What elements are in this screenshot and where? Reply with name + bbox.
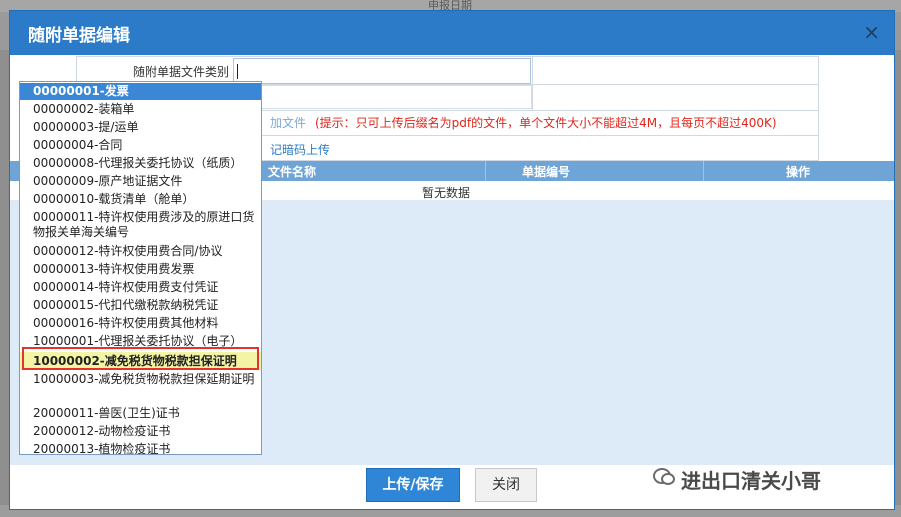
dropdown-option[interactable]: 20000012-动物检疫证书: [20, 424, 261, 439]
form-col-divider: [532, 57, 533, 110]
right-watermark-text: 进出口清关小哥: [681, 469, 821, 493]
add-file-link[interactable]: 加文件: [270, 114, 306, 131]
dropdown-option[interactable]: 00000003-提/运单: [20, 120, 261, 135]
grid-column-divider: [703, 161, 704, 181]
dropdown-option[interactable]: 20000011-兽医(卫生)证书: [20, 406, 261, 421]
category-input[interactable]: [233, 58, 531, 84]
dropdown-option[interactable]: 00000004-合同: [20, 138, 261, 153]
dropdown-option[interactable]: 00000011-特许权使用费涉及的原进口货物报关单海关编号: [20, 210, 261, 242]
category-label: 随附单据文件类别: [133, 65, 230, 79]
close-icon[interactable]: ×: [863, 20, 880, 44]
left-watermark-text: 大数跨境: [10, 492, 78, 512]
category-dropdown-list[interactable]: 00000001-发票 00000002-装箱单 00000003-提/运单 0…: [19, 81, 262, 455]
dialog-header: 随附单据编辑 ×: [10, 11, 894, 55]
highlight-outline: [22, 347, 259, 370]
grid-column-divider: [485, 161, 486, 181]
dropdown-option[interactable]: 10000003-减免税货物税款担保延期证明: [20, 372, 261, 404]
text-caret: [237, 64, 238, 79]
dropdown-option[interactable]: 00000016-特许权使用费其他材料: [20, 316, 261, 331]
dropdown-option[interactable]: 00000009-原产地证据文件: [20, 174, 261, 189]
left-watermark: 大数跨境: [10, 487, 78, 512]
upload-hint: (提示：只可上传后缀名为pdf的文件，单个文件大小不能超过4M，且每页不超过40…: [315, 116, 777, 130]
column-actions[interactable]: 操作: [786, 163, 810, 180]
dropdown-option[interactable]: 20000013-植物检疫证书: [20, 442, 261, 454]
dropdown-option[interactable]: 00000010-载货清单（舱单）: [20, 192, 261, 207]
no-data-text: 暂无数据: [422, 186, 471, 200]
column-document-number[interactable]: 单据编号: [522, 163, 570, 180]
close-button[interactable]: 关闭: [475, 468, 537, 502]
dropdown-option[interactable]: 00000014-特许权使用费支付凭证: [20, 280, 261, 295]
dropdown-option[interactable]: 00000002-装箱单: [20, 102, 261, 117]
dropdown-option[interactable]: 00000013-特许权使用费发票: [20, 262, 261, 277]
upload-save-button[interactable]: 上传/保存: [366, 468, 460, 502]
dropdown-option[interactable]: 00000012-特许权使用费合同/协议: [20, 244, 261, 259]
dropdown-option[interactable]: 00000008-代理报关委托协议（纸质）: [20, 156, 261, 171]
dropdown-option[interactable]: 00000001-发票: [20, 83, 261, 100]
chat-bubble-icon: [653, 468, 675, 485]
column-file-name[interactable]: 文件名称: [268, 163, 316, 180]
right-watermark: 进出口清关小哥: [653, 465, 821, 494]
scan-upload-link[interactable]: 记暗码上传: [270, 141, 330, 158]
dialog-title: 随附单据编辑: [28, 26, 130, 46]
dropdown-option[interactable]: 00000015-代扣代缴税款纳税凭证: [20, 298, 261, 313]
document-number-input[interactable]: [232, 85, 532, 109]
